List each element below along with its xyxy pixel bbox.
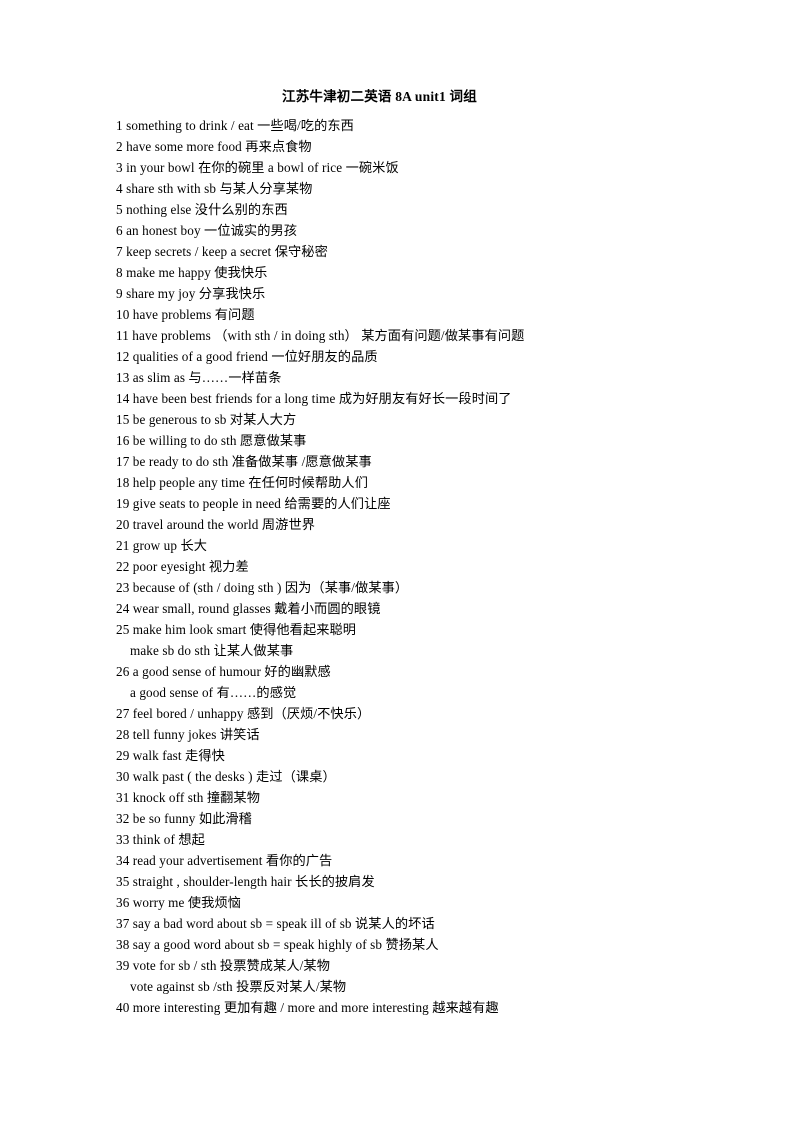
phrase-list: 1 something to drink / eat 一些喝/吃的东西 2 hav… [116, 115, 716, 1018]
phrase-entry: 12 qualities of a good friend 一位好朋友的品质 [116, 349, 378, 364]
phrase-entry: 14 have been best friends for a long tim… [116, 391, 512, 406]
phrase-entry: 1 something to drink / eat 一些喝/吃的东西 [116, 118, 354, 133]
phrase-entry: 4 share sth with sb 与某人分享某物 [116, 181, 313, 196]
phrase-entry: make sb do sth 让某人做某事 [130, 643, 294, 658]
phrase-entry: 7 keep secrets / keep a secret 保守秘密 [116, 244, 328, 259]
phrase-entry: 13 as slim as 与……一样苗条 [116, 370, 282, 385]
phrase-entry: 28 tell funny jokes 讲笑话 [116, 727, 260, 742]
phrase-entry: 19 give seats to people in need 给需要的人们让座 [116, 496, 391, 511]
phrase-entry: 21 grow up 长大 [116, 538, 208, 553]
phrase-entry: 8 make me happy 使我快乐 [116, 265, 268, 280]
phrase-entry: 9 share my joy 分享我快乐 [116, 286, 266, 301]
phrase-entry: 16 be willing to do sth 愿意做某事 [116, 433, 307, 448]
phrase-entry: 40 more interesting 更加有趣 / more and more… [116, 1000, 499, 1015]
phrase-entry: 11 have problems （with sth / in doing st… [116, 328, 525, 343]
phrase-entry: 3 in your bowl 在你的碗里 a bowl of rice 一碗米饭 [116, 160, 399, 175]
phrase-entry: 36 worry me 使我烦恼 [116, 895, 242, 910]
phrase-entry: a good sense of 有……的感觉 [130, 685, 297, 700]
document-page: 江苏牛津初二英语 8A unit1 词组 1 something to drin… [0, 0, 793, 1122]
page-title: 江苏牛津初二英语 8A unit1 词组 [116, 88, 716, 106]
page-title-unit: 8A unit1 [395, 89, 446, 104]
phrase-entry: 20 travel around the world 周游世界 [116, 517, 316, 532]
phrase-entry: 17 be ready to do sth 准备做某事 /愿意做某事 [116, 454, 372, 469]
document-body: 江苏牛津初二英语 8A unit1 词组 1 something to drin… [116, 88, 716, 1018]
phrase-entry: 25 make him look smart 使得他看起来聪明 [116, 622, 357, 637]
phrase-entry: 37 say a bad word about sb = speak ill o… [116, 916, 435, 931]
phrase-entry: 38 say a good word about sb = speak high… [116, 937, 439, 952]
phrase-entry: 34 read your advertisement 看你的广告 [116, 853, 333, 868]
phrase-entry: 26 a good sense of humour 好的幽默感 [116, 664, 331, 679]
phrase-entry: 27 feel bored / unhappy 感到（厌烦/不快乐） [116, 706, 371, 721]
phrase-entry: 10 have problems 有问题 [116, 307, 255, 322]
phrase-entry: 30 walk past ( the desks ) 走过（课桌） [116, 769, 336, 784]
phrase-entry: 15 be generous to sb 对某人大方 [116, 412, 297, 427]
phrase-entry: 32 be so funny 如此滑稽 [116, 811, 252, 826]
phrase-entry: 35 straight , shoulder-length hair 长长的披肩… [116, 874, 375, 889]
phrase-entry: 39 vote for sb / sth 投票赞成某人/某物 [116, 958, 330, 973]
page-title-suffix: 词组 [445, 89, 477, 104]
phrase-entry: 6 an honest boy 一位诚实的男孩 [116, 223, 298, 238]
page-title-prefix: 江苏牛津初二英语 [282, 89, 396, 104]
phrase-entry: 5 nothing else 没什么别的东西 [116, 202, 288, 217]
phrase-entry: 33 think of 想起 [116, 832, 205, 847]
phrase-entry: vote against sb /sth 投票反对某人/某物 [130, 979, 347, 994]
phrase-entry: 22 poor eyesight 视力差 [116, 559, 249, 574]
phrase-entry: 29 walk fast 走得快 [116, 748, 225, 763]
phrase-entry: 18 help people any time 在任何时候帮助人们 [116, 475, 368, 490]
phrase-entry: 31 knock off sth 撞翻某物 [116, 790, 260, 805]
phrase-entry: 23 because of (sth / doing sth ) 因为（某事/做… [116, 580, 409, 595]
phrase-entry: 24 wear small, round glasses 戴着小而圆的眼镜 [116, 601, 381, 616]
phrase-entry: 2 have some more food 再来点食物 [116, 139, 312, 154]
